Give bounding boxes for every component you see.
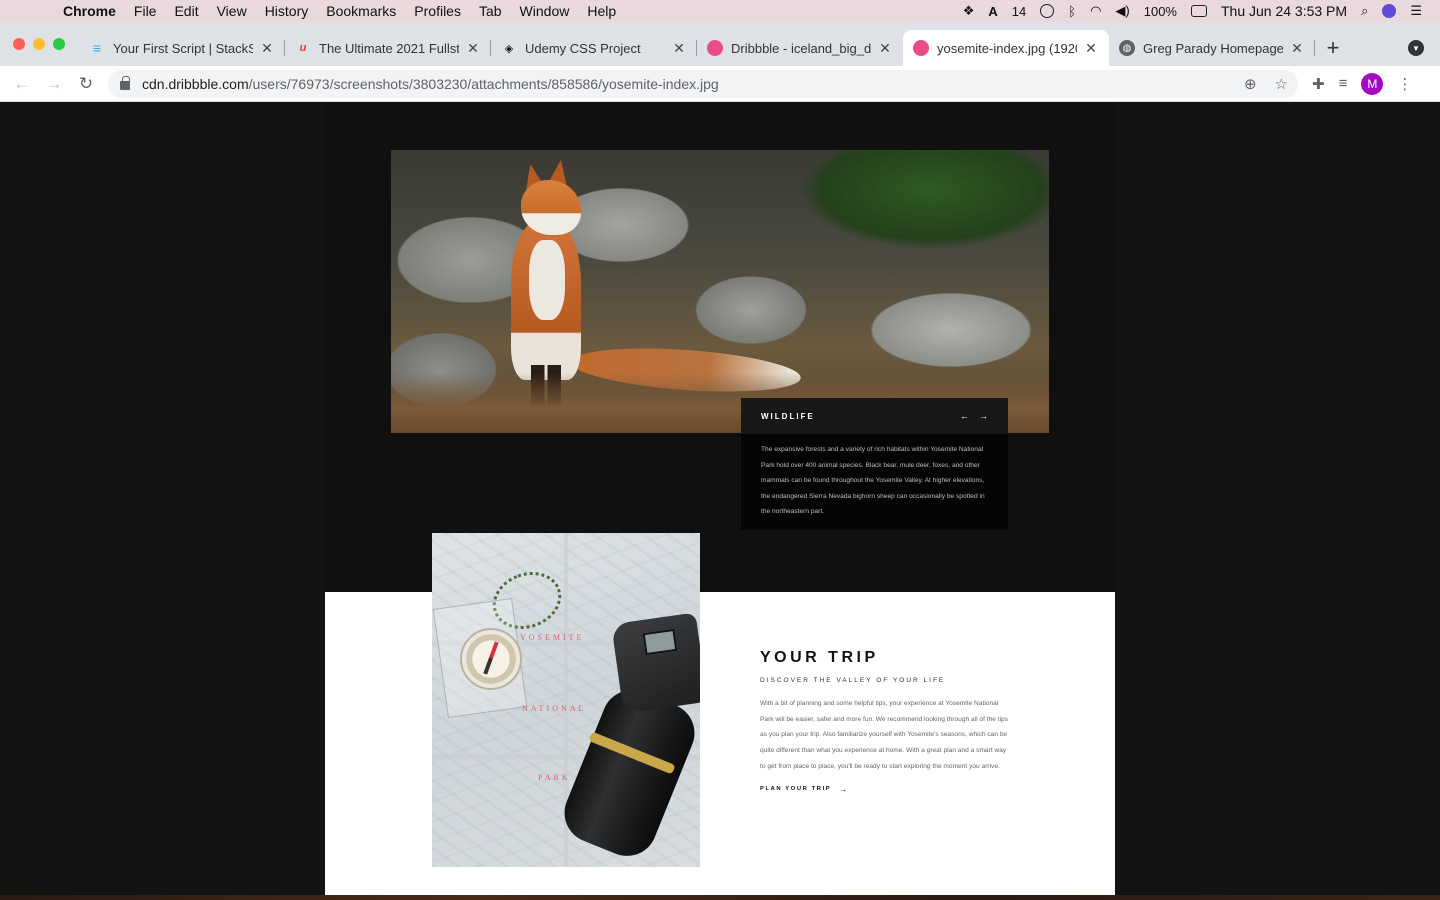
clock[interactable]: Thu Jun 24 3:53 PM	[1221, 3, 1347, 19]
tab-greg-parady[interactable]: ◍ Greg Parady Homepage ✕	[1109, 30, 1315, 66]
browser-toolbar: ← → ↻ cdn.dribbble.com /users/76973/scre…	[0, 66, 1440, 102]
dribbble-icon	[913, 40, 929, 56]
profile-avatar[interactable]: M	[1361, 72, 1384, 95]
address-bar[interactable]: cdn.dribbble.com /users/76973/screenshot…	[108, 69, 1298, 98]
camera-body	[611, 612, 700, 714]
menu-profiles[interactable]: Profiles	[405, 0, 470, 22]
menu-file[interactable]: File	[125, 0, 166, 22]
dribbble-icon	[707, 40, 723, 56]
fox-head	[521, 180, 581, 235]
window-controls	[0, 22, 79, 66]
menu-help[interactable]: Help	[578, 0, 625, 22]
trip-subtitle: DISCOVER THE VALLEY OF YOUR LIFE	[760, 677, 946, 684]
close-tab-icon[interactable]: ✕	[671, 40, 687, 57]
menu-window[interactable]: Window	[511, 0, 579, 22]
globe-icon: ◍	[1119, 40, 1135, 56]
new-tab-plus-icon[interactable]: +	[1315, 30, 1351, 66]
fox-chest	[529, 240, 565, 320]
url-host: cdn.dribbble.com	[142, 75, 249, 92]
dropbox-icon[interactable]: ❖	[963, 3, 975, 19]
spotlight-search-icon[interactable]: ⌕	[1361, 3, 1368, 19]
menu-bookmarks[interactable]: Bookmarks	[317, 0, 405, 22]
tab-udemy-css-project[interactable]: ◈ Udemy CSS Project ✕	[491, 30, 697, 66]
tab-title: Udemy CSS Project	[525, 40, 641, 56]
tab-search-chevron-icon[interactable]: ▼	[1408, 40, 1424, 56]
volume-icon[interactable]: ◀)	[1115, 3, 1129, 19]
menu-view[interactable]: View	[208, 0, 256, 22]
trip-description: With a bit of planning and some helpful …	[760, 700, 1009, 770]
url-path: /users/76973/screenshots/3803230/attachm…	[248, 75, 719, 92]
right-arrow-icon: →	[839, 784, 849, 794]
zoom-magnifier-icon[interactable]: ⊕	[1244, 75, 1257, 93]
close-tab-icon[interactable]: ✕	[259, 40, 275, 57]
udemy-u-icon: u	[299, 42, 307, 54]
menu-chrome[interactable]: Chrome	[54, 0, 125, 22]
tab-strip: ≡ Your First Script | StackSk ✕ u The Ul…	[0, 22, 1440, 66]
tab-title: The Ultimate 2021 Fullsta	[319, 40, 459, 56]
background-edge-strip	[0, 895, 1440, 900]
forward-arrow-icon[interactable]: →	[38, 68, 70, 100]
yosemite-image: WILDLIFE ← → The expansive forests and a…	[325, 102, 1115, 895]
prev-arrow-icon[interactable]: ←	[960, 411, 969, 421]
siri-icon[interactable]	[1382, 4, 1397, 18]
bluetooth-icon[interactable]: ᛒ	[1068, 4, 1076, 19]
extensions-puzzle-icon[interactable]: ✚	[1312, 75, 1325, 93]
bookmark-star-icon[interactable]: ☆	[1275, 75, 1288, 93]
tab-divider	[1314, 40, 1315, 56]
chrome-menu-kebab-icon[interactable]: ⋮	[1397, 75, 1412, 93]
tab-title: Greg Parady Homepage	[1143, 40, 1283, 56]
macos-menu-bar: Chrome File Edit View History Bookmarks …	[0, 0, 1440, 22]
plan-your-trip-label: PLAN YOUR TRIP	[760, 786, 832, 793]
wildlife-card-header: WILDLIFE ← →	[741, 398, 1008, 434]
map-camera-photo: YOSEMITE NATIONAL PARK	[432, 533, 700, 867]
back-arrow-icon[interactable]: ←	[6, 68, 38, 100]
status-count: 14	[1011, 3, 1027, 19]
camera-lcd	[642, 628, 678, 656]
tab-title: Your First Script | StackSk	[113, 40, 253, 56]
menu-history[interactable]: History	[256, 0, 318, 22]
minimize-window-button[interactable]	[33, 38, 45, 50]
reload-icon[interactable]: ↻	[70, 68, 102, 100]
wildlife-description: The expansive forests and a variety of r…	[761, 446, 985, 516]
zoom-window-button[interactable]	[53, 38, 65, 50]
wildlife-title: WILDLIFE	[761, 411, 815, 421]
page-viewport: WILDLIFE ← → The expansive forests and a…	[0, 102, 1440, 900]
tab-dribbble-iceland[interactable]: Dribbble - iceland_big_dr ✕	[697, 30, 903, 66]
time-machine-icon[interactable]	[1040, 4, 1055, 18]
your-trip-section: YOUR TRIP DISCOVER THE VALLEY OF YOUR LI…	[760, 649, 1010, 794]
lock-icon[interactable]	[120, 75, 130, 90]
trip-title: YOUR TRIP	[760, 649, 879, 666]
close-tab-icon[interactable]: ✕	[465, 40, 481, 57]
close-tab-icon[interactable]: ✕	[877, 40, 893, 57]
wildlife-fox-photo	[391, 150, 1049, 433]
close-tab-icon[interactable]: ✕	[1289, 40, 1305, 57]
adobe-icon[interactable]: A	[988, 4, 997, 19]
map-word-park: PARK	[538, 773, 571, 782]
battery-icon[interactable]	[1190, 5, 1207, 17]
control-center-icon[interactable]: ☰	[1410, 3, 1422, 19]
map-word-yosemite: YOSEMITE	[520, 633, 585, 642]
tab-title: Dribbble - iceland_big_dr	[731, 40, 871, 56]
reading-list-icon[interactable]: ≡	[1339, 75, 1348, 92]
close-tab-icon[interactable]: ✕	[1083, 40, 1099, 57]
menu-tab[interactable]: Tab	[470, 0, 511, 22]
tab-stackskills[interactable]: ≡ Your First Script | StackSk ✕	[79, 30, 285, 66]
codepen-icon: ◈	[504, 42, 514, 55]
close-window-button[interactable]	[13, 38, 25, 50]
map-word-national: NATIONAL	[522, 704, 587, 713]
plan-your-trip-link[interactable]: PLAN YOUR TRIP →	[760, 785, 1010, 794]
tab-yosemite-index-active[interactable]: yosemite-index.jpg (1920 ✕	[903, 30, 1109, 66]
stack-icon: ≡	[92, 40, 102, 56]
tab-udemy-fullstack[interactable]: u The Ultimate 2021 Fullsta ✕	[285, 30, 491, 66]
wifi-icon[interactable]: ◠	[1090, 3, 1101, 19]
tab-title: yosemite-index.jpg (1920	[937, 40, 1077, 56]
wildlife-card: WILDLIFE ← → The expansive forests and a…	[741, 398, 1008, 530]
battery-percent: 100%	[1143, 3, 1177, 19]
next-arrow-icon[interactable]: →	[979, 411, 988, 421]
menu-edit[interactable]: Edit	[165, 0, 207, 22]
